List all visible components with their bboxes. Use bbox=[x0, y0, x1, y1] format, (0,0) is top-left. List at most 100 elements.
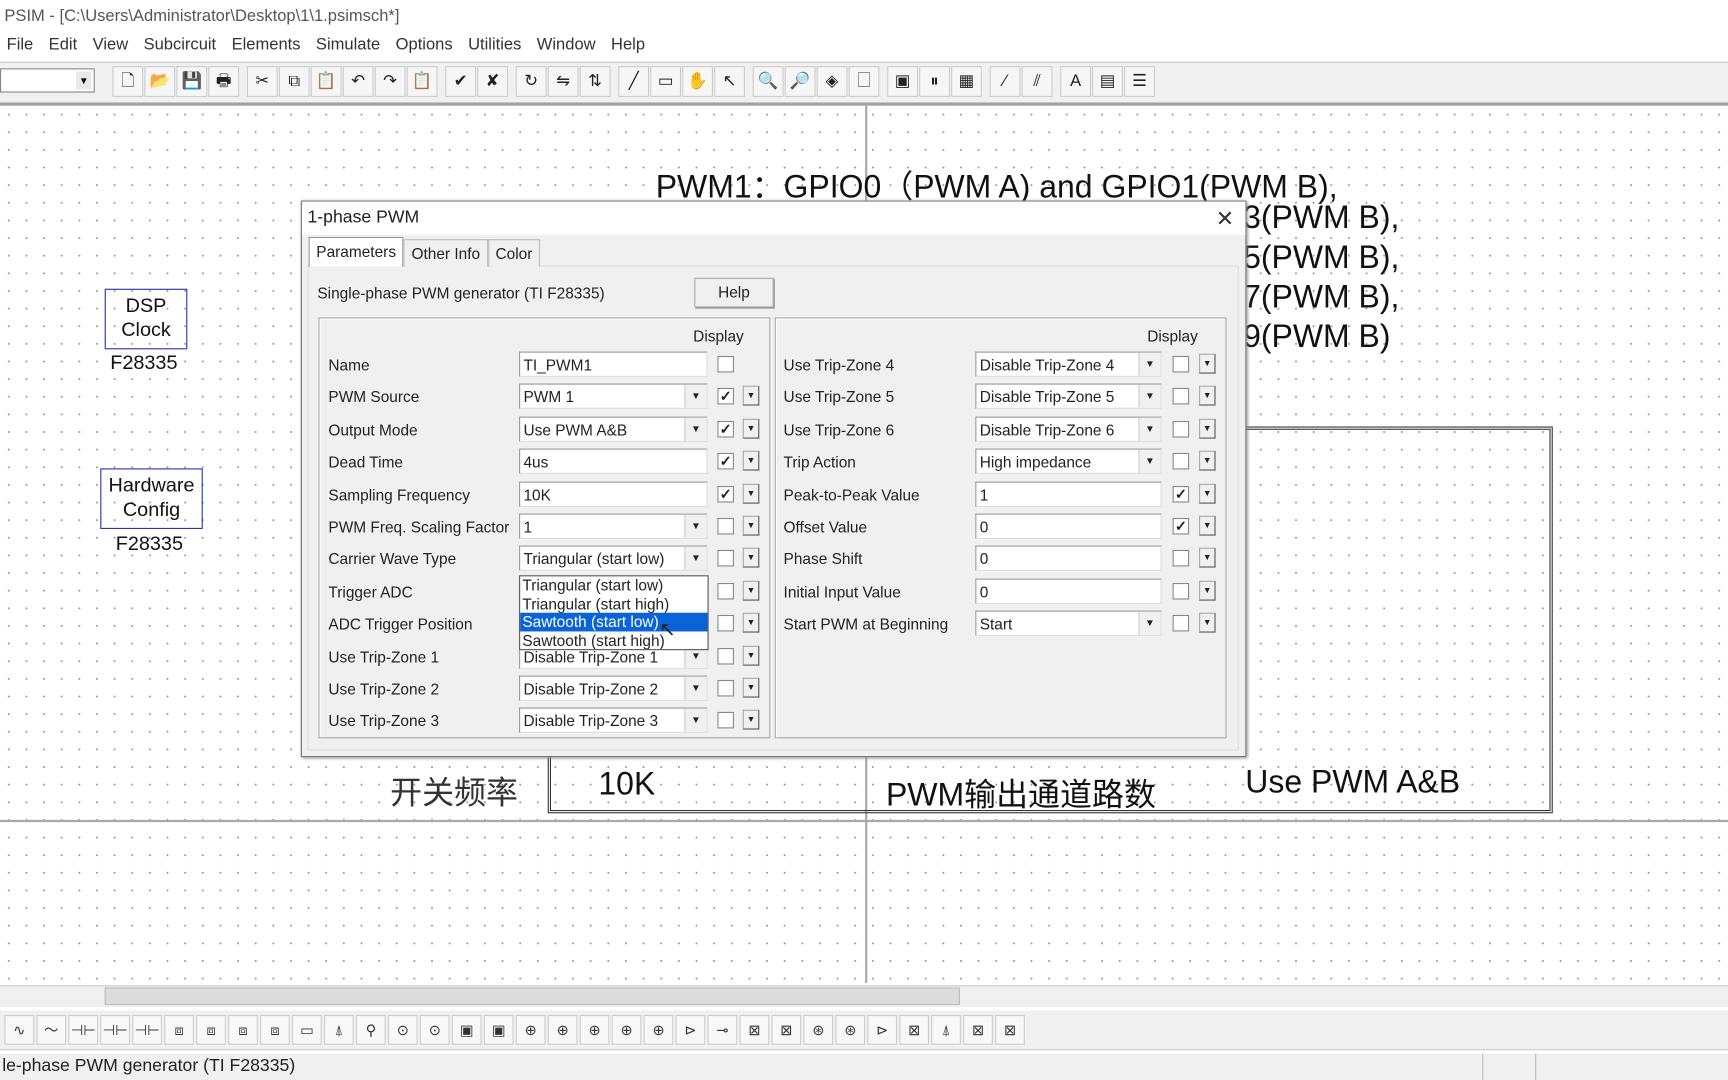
check-icon[interactable]: ✔ bbox=[445, 66, 477, 97]
use-trip-zone-4-display-options-button[interactable]: ▼ bbox=[1199, 353, 1216, 374]
offset-value-display-checkbox[interactable]: ✓ bbox=[1172, 517, 1190, 535]
element-icon[interactable]: ∿ bbox=[4, 1014, 35, 1045]
trip-action-select[interactable]: High impedance ▼ bbox=[975, 448, 1162, 475]
use-trip-zone-5-display-checkbox[interactable] bbox=[1172, 388, 1190, 405]
offset-value-input[interactable]: 0 bbox=[975, 513, 1162, 539]
toolbar-combo[interactable]: ▼ bbox=[0, 68, 95, 93]
zoom-out-icon[interactable]: 🔎 bbox=[784, 66, 816, 97]
element-icon[interactable]: ⊠ bbox=[899, 1014, 930, 1045]
flip-tb-icon[interactable]: ⇅ bbox=[579, 66, 611, 97]
phase-shift-input[interactable]: 0 bbox=[975, 545, 1162, 572]
open-icon[interactable]: 📂 bbox=[144, 66, 176, 97]
element-icon[interactable]: ▣ bbox=[451, 1014, 482, 1045]
peak-to-peak-value-input[interactable]: 1 bbox=[975, 481, 1162, 507]
use-trip-zone-6-display-checkbox[interactable] bbox=[1172, 420, 1190, 438]
use-trip-zone-6-display-options-button[interactable]: ▼ bbox=[1199, 418, 1216, 439]
text-icon[interactable]: A bbox=[1060, 66, 1092, 97]
flip-lr-icon[interactable]: ⇋ bbox=[547, 66, 579, 97]
wire-icon[interactable]: ╱ bbox=[618, 66, 650, 97]
trip-action-display-options-button[interactable]: ▼ bbox=[1199, 450, 1216, 471]
select-arrow-icon[interactable]: ↖ bbox=[714, 66, 745, 97]
chevron-down-icon[interactable]: ▼ bbox=[1138, 352, 1161, 376]
menu-file[interactable]: File bbox=[0, 32, 42, 60]
element-icon[interactable]: ⊠ bbox=[739, 1014, 770, 1045]
probe-diff-icon[interactable]: ⫽ bbox=[1021, 66, 1053, 97]
chevron-down-icon[interactable]: ▼ bbox=[684, 676, 707, 700]
initial-input-value-display-checkbox[interactable] bbox=[1172, 582, 1190, 600]
hardware-config-block[interactable]: Hardware Config bbox=[100, 468, 203, 529]
use-trip-zone-3-display-options-button[interactable]: ▼ bbox=[742, 710, 760, 730]
carrier-option[interactable]: Sawtooth (start high) bbox=[520, 631, 707, 649]
menu-window[interactable]: Window bbox=[530, 32, 604, 60]
carrier-option[interactable]: Triangular (start high) bbox=[520, 595, 707, 613]
chevron-down-icon[interactable]: ▼ bbox=[76, 71, 92, 90]
tab-other-info[interactable]: Other Info bbox=[403, 239, 488, 267]
element-icon[interactable]: ⊙ bbox=[387, 1014, 418, 1045]
start-pwm-at-beginning-select[interactable]: Start ▼ bbox=[975, 610, 1162, 637]
element-icon[interactable]: ⊕ bbox=[515, 1014, 546, 1045]
chevron-down-icon[interactable]: ▼ bbox=[1138, 611, 1161, 635]
element-icon[interactable]: ⧈ bbox=[196, 1014, 226, 1045]
element-icon[interactable]: ⊕ bbox=[579, 1014, 610, 1045]
use-trip-zone-4-select[interactable]: Disable Trip-Zone 4 ▼ bbox=[975, 351, 1162, 377]
scrollbar-thumb[interactable] bbox=[104, 987, 960, 1006]
use-trip-zone-2-display-checkbox[interactable] bbox=[717, 679, 734, 697]
menu-help[interactable]: Help bbox=[604, 32, 653, 60]
use-trip-zone-5-select[interactable]: Disable Trip-Zone 5 ▼ bbox=[975, 383, 1162, 410]
undo-icon[interactable]: ↶ bbox=[342, 66, 374, 97]
use-trip-zone-3-display-checkbox[interactable] bbox=[717, 712, 734, 729]
menu-view[interactable]: View bbox=[86, 32, 137, 60]
element-icon[interactable]: ⊳ bbox=[867, 1014, 898, 1045]
use-trip-zone-1-display-checkbox[interactable] bbox=[717, 647, 734, 665]
close-icon[interactable]: ✕ bbox=[1216, 205, 1234, 233]
help-button[interactable]: Help bbox=[694, 277, 774, 308]
menu-options[interactable]: Options bbox=[389, 32, 461, 60]
tab-parameters[interactable]: Parameters bbox=[308, 236, 404, 267]
rotate-icon[interactable]: ↻ bbox=[515, 66, 547, 97]
zoom-in-icon[interactable]: 🔍 bbox=[752, 66, 784, 97]
use-trip-zone-3-select[interactable]: Disable Trip-Zone 3 ▼ bbox=[519, 707, 708, 734]
zoom-fit-icon[interactable]: ◈ bbox=[816, 66, 848, 97]
redo-icon[interactable]: ↷ bbox=[374, 66, 406, 97]
initial-input-value-input[interactable]: 0 bbox=[975, 578, 1162, 604]
element-icon[interactable]: ⚲ bbox=[355, 1014, 386, 1045]
offset-value-display-options-button[interactable]: ▼ bbox=[1199, 515, 1216, 536]
carrier-option[interactable]: Triangular (start low) bbox=[520, 576, 707, 594]
menu-utilities[interactable]: Utilities bbox=[461, 32, 530, 60]
element-icon[interactable]: ⧈ bbox=[228, 1014, 258, 1045]
menu-subcircuit[interactable]: Subcircuit bbox=[137, 32, 225, 60]
pan-hand-icon[interactable]: ✋ bbox=[682, 66, 714, 97]
element-icon[interactable]: ⊣⊢ bbox=[100, 1014, 131, 1045]
chevron-down-icon[interactable]: ▼ bbox=[1138, 449, 1161, 473]
element-icon[interactable]: ⊠ bbox=[963, 1014, 993, 1045]
chevron-down-icon[interactable]: ▼ bbox=[1138, 417, 1161, 441]
start-pwm-at-beginning-display-checkbox[interactable] bbox=[1172, 615, 1190, 632]
element-icon[interactable]: ⊙ bbox=[419, 1014, 450, 1045]
probe-icon[interactable]: ⁄ bbox=[989, 66, 1021, 97]
dsp-clock-block[interactable]: DSP Clock bbox=[104, 288, 188, 350]
phase-shift-display-options-button[interactable]: ▼ bbox=[1199, 548, 1216, 568]
tab-color[interactable]: Color bbox=[487, 239, 541, 267]
simview-icon[interactable]: ▦ bbox=[951, 66, 982, 97]
use-trip-zone-6-select[interactable]: Disable Trip-Zone 6 ▼ bbox=[975, 416, 1162, 442]
list-icon[interactable]: ☰ bbox=[1124, 66, 1155, 97]
element-icon[interactable]: ▭ bbox=[292, 1014, 322, 1045]
peak-to-peak-value-display-options-button[interactable]: ▼ bbox=[1199, 483, 1216, 504]
new-icon[interactable]: 🗋 bbox=[112, 66, 144, 97]
element-icon[interactable]: ⊠ bbox=[771, 1014, 802, 1045]
element-icon[interactable]: ⊕ bbox=[547, 1014, 578, 1045]
use-trip-zone-5-display-options-button[interactable]: ▼ bbox=[1199, 386, 1216, 406]
element-icon[interactable]: ⧈ bbox=[260, 1014, 290, 1045]
element-icon[interactable]: ⊛ bbox=[835, 1014, 866, 1045]
element-icon[interactable]: ⊣⊢ bbox=[68, 1014, 99, 1045]
chevron-down-icon[interactable]: ▼ bbox=[684, 709, 707, 733]
cross-icon[interactable]: ✘ bbox=[477, 66, 509, 97]
paste-icon[interactable]: 📋 bbox=[310, 66, 342, 97]
print-icon[interactable]: 🖶 bbox=[208, 66, 240, 97]
element-icon[interactable]: ⊸ bbox=[707, 1014, 738, 1045]
element-icon[interactable]: ⊳ bbox=[675, 1014, 706, 1045]
pause-icon[interactable]: ⏸ bbox=[919, 66, 950, 97]
use-trip-zone-4-display-checkbox[interactable] bbox=[1172, 355, 1190, 373]
peak-to-peak-value-display-checkbox[interactable]: ✓ bbox=[1172, 485, 1190, 503]
start-pwm-at-beginning-display-options-button[interactable]: ▼ bbox=[1199, 612, 1216, 633]
